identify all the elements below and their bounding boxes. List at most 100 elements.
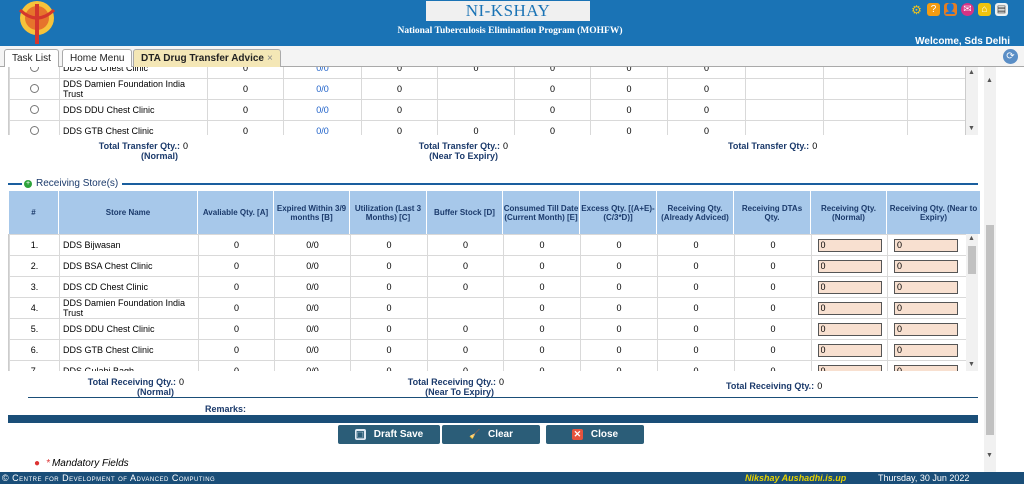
cell: 0 xyxy=(207,67,284,79)
cell: 0 xyxy=(514,120,591,135)
program-logo xyxy=(18,1,56,44)
home-icon[interactable]: ⌂ xyxy=(978,3,991,16)
cell: 0 xyxy=(514,99,591,121)
cell: 0 xyxy=(590,99,668,121)
cell xyxy=(907,99,965,121)
table-row[interactable]: DDS CD Chest Clinic 0 0/0 0 0 0 0 0 xyxy=(9,67,965,79)
save-icon: ▣ xyxy=(354,429,366,440)
page-scrollbar[interactable]: ▲ ▼ xyxy=(984,67,996,472)
receiving-totals: Total Receiving Qty.: 0 (Normal) Total Re… xyxy=(8,377,978,399)
cell: 0 xyxy=(198,360,275,371)
footer-site-status: Nikshay Aushadhi.is.up xyxy=(745,473,847,483)
radio-icon[interactable] xyxy=(30,83,39,93)
clear-button[interactable]: 🧹 Clear xyxy=(442,425,540,444)
receiving-section-title: Receiving Store(s) xyxy=(36,178,119,189)
receiving-qty-expiry-input[interactable] xyxy=(894,301,958,315)
cell: 0 xyxy=(198,234,275,256)
cell: 0 xyxy=(580,318,658,340)
cell: 0/0 xyxy=(274,255,351,277)
cell: 0 xyxy=(198,339,275,361)
cell: 0 xyxy=(427,318,504,340)
cell xyxy=(811,234,888,256)
cell: 0 xyxy=(198,276,275,298)
row-radio[interactable] xyxy=(9,120,60,135)
remarks-bar xyxy=(8,415,978,423)
cell: 0 xyxy=(350,255,428,277)
total-transfer-normal-value: 0 xyxy=(182,141,188,151)
receiving-qty-expiry-input[interactable] xyxy=(894,259,958,273)
receiving-qty-expiry-input[interactable] xyxy=(894,280,958,294)
total-transfer-label: Total Transfer Qty.: xyxy=(728,141,810,151)
store-name-cell: DDS DDU Chest Clinic xyxy=(59,99,208,121)
total-transfer-expiry-sub: (Near To Expiry) xyxy=(429,151,498,161)
cell: 0 xyxy=(734,276,812,298)
cell xyxy=(907,120,965,135)
gear-icon[interactable]: ⚙ xyxy=(910,3,923,17)
receiving-qty-normal-input[interactable] xyxy=(817,364,882,371)
cell: 0/0 xyxy=(274,276,351,298)
user-icon[interactable]: 👤 xyxy=(944,3,957,16)
radio-icon[interactable] xyxy=(30,125,39,135)
draft-save-label: Draft Save xyxy=(373,429,424,440)
table-row[interactable]: DDS DDU Chest Clinic 0 0/0 0 0 0 0 xyxy=(9,99,965,121)
refresh-icon[interactable]: ⟳ xyxy=(1003,49,1018,64)
tab-task-list[interactable]: Task List xyxy=(4,49,59,67)
page-scrollbar-thumb[interactable] xyxy=(986,225,994,435)
clipboard-icon[interactable]: ▤ xyxy=(995,3,1008,16)
total-transfer-value: 0 xyxy=(812,141,818,151)
cell: 0 xyxy=(437,67,515,79)
cell: 0/0 xyxy=(274,360,351,371)
draft-save-button[interactable]: ▣ Draft Save xyxy=(338,425,440,444)
table-row[interactable]: DDS GTB Chest Clinic 0 0/0 0 0 0 0 0 xyxy=(9,120,965,135)
cell: 0 xyxy=(361,67,438,79)
column-header: Avaliable Qty. [A] xyxy=(197,190,274,235)
radio-icon[interactable] xyxy=(30,104,39,114)
receiving-qty-expiry-input[interactable] xyxy=(894,364,958,371)
receiving-qty-normal-input[interactable] xyxy=(817,259,882,273)
cell xyxy=(811,360,888,371)
receiving-qty-normal-input[interactable] xyxy=(817,280,882,294)
row-radio[interactable] xyxy=(9,67,60,79)
clear-label: Clear xyxy=(487,429,513,440)
cell xyxy=(437,99,515,121)
tab-home-menu[interactable]: Home Menu xyxy=(62,49,133,67)
cell: 0 xyxy=(503,297,581,319)
cell: 0/0 xyxy=(283,78,362,100)
cell: 0 xyxy=(503,255,581,277)
sending-grid-scrollbar[interactable]: ▲ ▼ xyxy=(966,67,978,135)
help-icon[interactable]: ? xyxy=(927,3,940,16)
cell: 0 xyxy=(207,120,284,135)
row-radio[interactable] xyxy=(9,78,60,100)
cell: 0/0 xyxy=(274,339,351,361)
receiving-qty-normal-input[interactable] xyxy=(817,343,882,357)
receiving-qty-normal-input[interactable] xyxy=(817,322,882,336)
column-header: Receiving DTAs Qty. xyxy=(733,190,811,235)
receiving-qty-expiry-input[interactable] xyxy=(894,322,958,336)
radio-icon[interactable] xyxy=(30,67,39,72)
receiving-qty-normal-input[interactable] xyxy=(817,238,882,252)
cell xyxy=(887,276,966,298)
receiving-section-header[interactable]: + Receiving Store(s) xyxy=(22,178,123,189)
cell: 0 xyxy=(657,318,735,340)
cell: 0/0 xyxy=(274,234,351,256)
cell: 0 xyxy=(590,78,668,100)
receiving-qty-expiry-input[interactable] xyxy=(894,343,958,357)
close-button[interactable]: ✕ Close xyxy=(546,425,644,444)
receiving-qty-expiry-input[interactable] xyxy=(894,238,958,252)
row-radio[interactable] xyxy=(9,99,60,121)
messages-icon[interactable]: ✉ xyxy=(961,3,974,16)
cell: 0 xyxy=(350,339,428,361)
close-tab-icon[interactable]: × xyxy=(267,53,273,64)
receiving-grid-scrollbar[interactable]: ▲ ▼ xyxy=(966,234,978,371)
column-header: Utilization (Last 3 Months) [C] xyxy=(349,190,427,235)
cell: 0 xyxy=(667,78,746,100)
sending-store-grid: DDS CD Chest Clinic 0 0/0 0 0 0 0 0 DDS Damien F… xyxy=(8,67,966,135)
receiving-qty-normal-input[interactable] xyxy=(817,301,882,315)
table-row[interactable]: DDS Damien Foundation India Trust 0 0/0 0 0 0… xyxy=(9,78,965,100)
tab-dta-drug-transfer-advice[interactable]: DTA Drug Transfer Advice × xyxy=(133,49,281,67)
scrollbar-thumb[interactable] xyxy=(968,246,976,274)
column-header: Excess Qty. [(A+E)-(C/3*D)] xyxy=(579,190,657,235)
expand-icon[interactable]: + xyxy=(24,179,32,188)
column-header: Receiving Qty. (Near to Expiry) xyxy=(886,190,981,235)
table-row: 7. DDS Gulabi Bagh 0 0/0 0 0 0 0 0 0 xyxy=(9,360,966,371)
